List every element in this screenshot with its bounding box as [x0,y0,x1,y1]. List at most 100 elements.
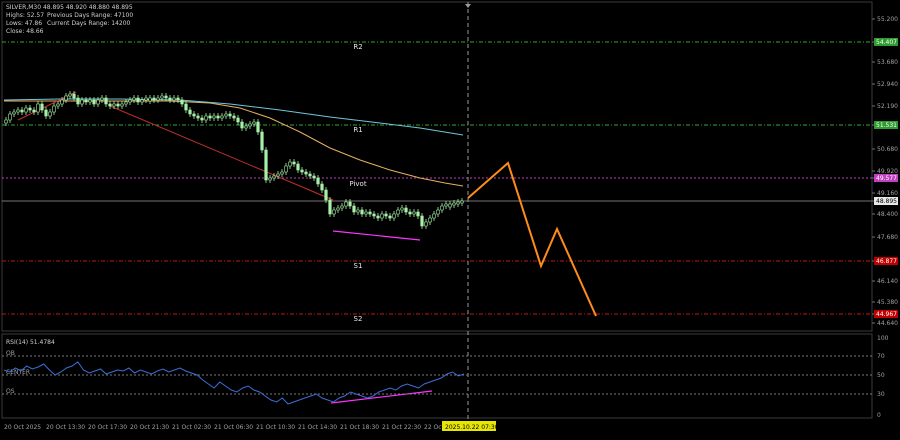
time-label-6: 21 Oct 10:30 [256,424,295,431]
candle-body [292,161,296,165]
candle-body [300,169,304,173]
trendline-down [109,105,334,201]
candle-body [316,177,320,185]
candle-body [172,97,176,101]
candle-body [440,205,444,211]
candle-body [288,161,292,167]
candles-group [4,91,464,229]
rsi-panel-border [1,333,873,419]
candle-body [268,177,272,181]
candle-body [324,189,328,201]
r1-label: R1 [353,126,362,134]
candle-body [228,113,232,117]
price-tick-label: 49.920 [877,168,898,175]
close-label: Close: 48.66 [6,28,44,35]
s2-label: S2 [354,315,363,323]
candle-body [108,103,112,107]
time-crosshair-label: 2025.10.22 07:30 [445,424,499,431]
rsi-title: RSI(14) 51.4784 [6,339,55,346]
candle-body [12,111,16,115]
candle-body [404,207,408,213]
candle-body [140,99,144,103]
candle-body [364,211,368,215]
candle-body [400,207,404,211]
symbol-line: SILVER,M30 48.895 48.920 48.880 48.895 [6,4,133,11]
rsi-tick-70: 70 [877,353,885,360]
candle-body [312,175,316,179]
candle-body [4,119,8,124]
price-level-badge-label: 44.967 [876,311,897,318]
candle-body [80,99,84,105]
candle-body [192,113,196,117]
candle-body [456,201,460,205]
rsi-tick-50: 50 [877,372,885,379]
rsi-os-label: OS [6,388,15,395]
candle-body [104,97,108,105]
candle-body [212,115,216,119]
candle-body [304,171,308,175]
chart-window: SILVER,M30 48.895 48.920 48.880 48.895 H… [0,0,900,436]
main-panel-border [1,1,873,332]
candle-body [128,99,132,103]
rsi-tick-100: 100 [877,335,889,342]
candle-body [340,205,344,209]
candle-body [68,93,72,97]
candle-body [132,97,136,101]
candle-body [64,95,68,101]
candle-body [408,211,412,215]
candle-body [188,109,192,115]
candle-body [100,97,104,101]
candle-body [152,97,156,101]
rsi-center-label: CENTER [6,369,30,376]
candle-body [448,203,452,208]
candle-body [168,97,172,101]
price-tick-label: 55.200 [877,16,898,23]
price-level-badge-label: 54.407 [876,39,897,46]
candle-body [356,209,360,213]
candle-body [244,125,248,129]
candle-body [248,123,252,127]
current-range-label: Current Days Range: 14200 [47,20,131,27]
candle-body [348,201,352,207]
candle-body [28,107,32,111]
candle-body [368,211,372,215]
candle-body [280,171,284,175]
chart-canvas[interactable]: SILVER,M30 48.895 48.920 48.880 48.895 H… [0,0,900,436]
price-tick-label: 49.160 [877,190,898,197]
candle-body [24,107,28,113]
candle-body [40,103,44,111]
period-separator-marker [465,4,471,8]
price-tick-label: 52.190 [877,103,898,110]
s1-label: S1 [354,262,363,270]
candle-body [376,215,380,219]
time-label-2: 20 Oct 17:30 [88,424,127,431]
time-label-3: 20 Oct 21:30 [130,424,169,431]
candle-body [320,183,324,191]
candle-body [44,109,48,117]
price-tick-label: 44.640 [877,320,898,327]
candle-body [284,165,288,173]
candle-body [52,105,56,113]
price-axis[interactable]: 55.200 54.407 53.680 52.940 52.190 51.531 50.6… [872,16,898,327]
candle-body [236,117,240,123]
candle-body [460,200,464,204]
candle-body [272,175,276,179]
candle-body [332,209,336,215]
candle-body [16,109,20,113]
candle-body [204,115,208,121]
price-tick-label: 47.680 [877,234,898,241]
price-level-badge-label: 49.577 [876,175,897,182]
candle-body [184,103,188,111]
time-label-5: 21 Oct 06:30 [214,424,253,431]
time-label-4: 21 Oct 02:30 [172,424,211,431]
candle-body [216,115,220,119]
candle-body [240,121,244,129]
candle-body [116,103,120,107]
candle-body [452,202,456,206]
time-axis[interactable]: 20 Oct 2025 20 Oct 13:30 20 Oct 17:30 20… [4,424,445,431]
candle-body [76,97,80,105]
candle-body [180,99,184,105]
time-label-0: 20 Oct 2025 [4,424,41,431]
candle-body [352,205,356,213]
candle-body [260,131,264,151]
